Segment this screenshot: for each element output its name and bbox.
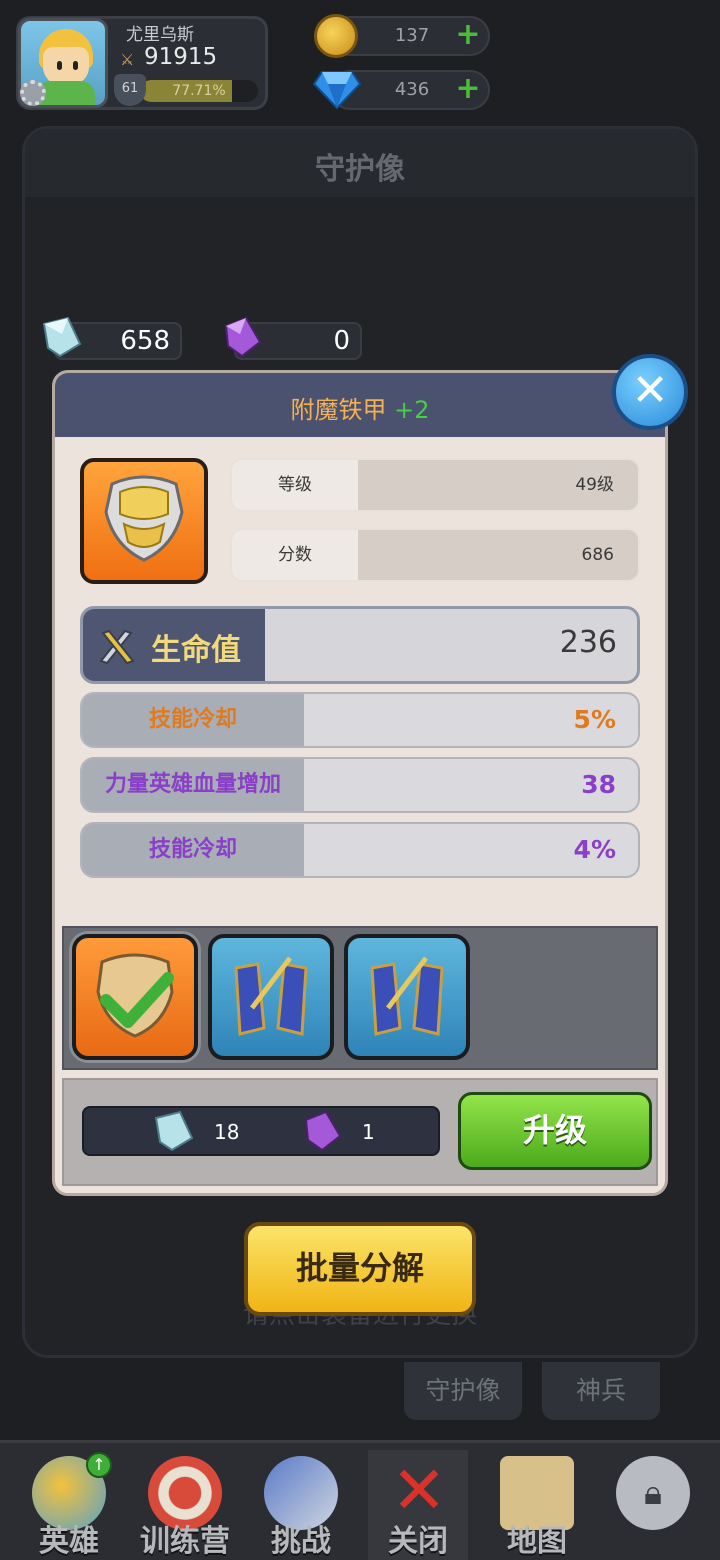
nav-training-camp[interactable]: 训练营 xyxy=(130,1450,240,1560)
tab-guardian-statue[interactable]: 守护像 xyxy=(404,1362,522,1420)
nav-locked[interactable]: 🔒︎ xyxy=(598,1450,708,1560)
leg-armor-icon xyxy=(370,956,444,1036)
blue-crystal-amount: 658 xyxy=(120,326,170,356)
sub-stat-value: 38 xyxy=(581,770,616,799)
sub-stat-row: 技能冷却 4% xyxy=(80,822,640,878)
nav-map-label: 地图 xyxy=(507,1524,567,1559)
player-name: 尤里乌斯 xyxy=(126,25,194,45)
coin-amount: 137 xyxy=(394,25,430,46)
upgrade-cost xyxy=(82,1106,440,1156)
sub-stat-label: 技能冷却 xyxy=(148,837,237,862)
item-title: 附魔铁甲 +2 xyxy=(52,390,668,425)
nav-map[interactable]: 地图 xyxy=(482,1450,592,1560)
player-level-badge: 61 xyxy=(114,74,146,106)
equip-slot[interactable] xyxy=(344,934,470,1060)
nav-training-camp-label: 训练营 xyxy=(140,1524,230,1559)
armor-icon xyxy=(96,953,174,1038)
main-stat-value: 236 xyxy=(559,625,617,660)
sub-stat-row: 力量英雄血量增加 38 xyxy=(80,757,640,813)
main-stat-label: 生命值 xyxy=(151,633,241,668)
score-label: 分数 xyxy=(232,530,358,580)
coin-icon xyxy=(314,14,358,58)
sub-stat-label: 技能冷却 xyxy=(148,707,237,732)
sub-stat-value: 4% xyxy=(573,835,616,864)
nav-close-label: 关闭 xyxy=(388,1524,448,1559)
blue-crystal-icon xyxy=(42,316,82,358)
close-button[interactable]: ✕ xyxy=(612,354,688,430)
sub-stat-row: 技能冷却 5% xyxy=(80,692,640,748)
level-label: 等级 xyxy=(232,460,358,510)
exp-percent: 77.71% xyxy=(172,83,226,99)
main-stat-row: 生命值 236 xyxy=(80,606,640,684)
gem-amount: 436 xyxy=(394,79,430,100)
level-value: 49级 xyxy=(575,475,614,495)
armor-icon xyxy=(104,475,184,562)
nav-challenge-label: 挑战 xyxy=(271,1524,331,1559)
blue-crystal-icon xyxy=(154,1110,194,1152)
sub-stat-value: 5% xyxy=(573,705,616,734)
locked-icon: 🔒︎ xyxy=(616,1456,690,1530)
purple-crystal-icon xyxy=(304,1110,342,1152)
batch-decompose-button[interactable]: 批量分解 xyxy=(244,1222,476,1316)
cost-purple-amount: 1 xyxy=(362,1120,375,1144)
score-row: 分数 686 xyxy=(230,528,640,582)
panel-title: 守护像 xyxy=(315,152,405,187)
leg-armor-icon xyxy=(234,956,308,1036)
sub-stat-label: 力量英雄血量增加 xyxy=(104,772,281,797)
nav-hero-label: 英雄 xyxy=(39,1524,99,1559)
nav-close[interactable]: ✕ 关闭 xyxy=(368,1450,468,1560)
item-enhance-level: +2 xyxy=(394,396,430,424)
exp-bar: 77.71% xyxy=(140,80,258,102)
item-name: 附魔铁甲 xyxy=(290,396,387,424)
score-value: 686 xyxy=(581,545,614,565)
settings-gear-icon[interactable] xyxy=(20,80,46,106)
level-row: 等级 49级 xyxy=(230,458,640,512)
upgrade-button[interactable]: 升级 xyxy=(458,1092,652,1170)
purple-crystal-amount: 0 xyxy=(333,326,350,356)
purple-crystal-icon xyxy=(224,316,262,358)
add-gems-button[interactable]: + xyxy=(454,74,482,104)
player-power: 91915 xyxy=(144,44,218,70)
crossed-swords-icon xyxy=(99,629,135,665)
equip-slot[interactable] xyxy=(208,934,334,1060)
tab-divine-weapon[interactable]: 神兵 xyxy=(542,1362,660,1420)
equip-slot-selected[interactable] xyxy=(72,934,198,1060)
power-sword-icon: ⚔ xyxy=(120,50,135,69)
upgrade-arrow-badge: ↑ xyxy=(86,1452,112,1478)
item-portrait xyxy=(80,458,208,584)
nav-challenge[interactable]: 挑战 xyxy=(246,1450,356,1560)
diamond-icon xyxy=(312,71,362,110)
cost-blue-amount: 18 xyxy=(214,1120,240,1144)
add-coins-button[interactable]: + xyxy=(454,20,482,50)
